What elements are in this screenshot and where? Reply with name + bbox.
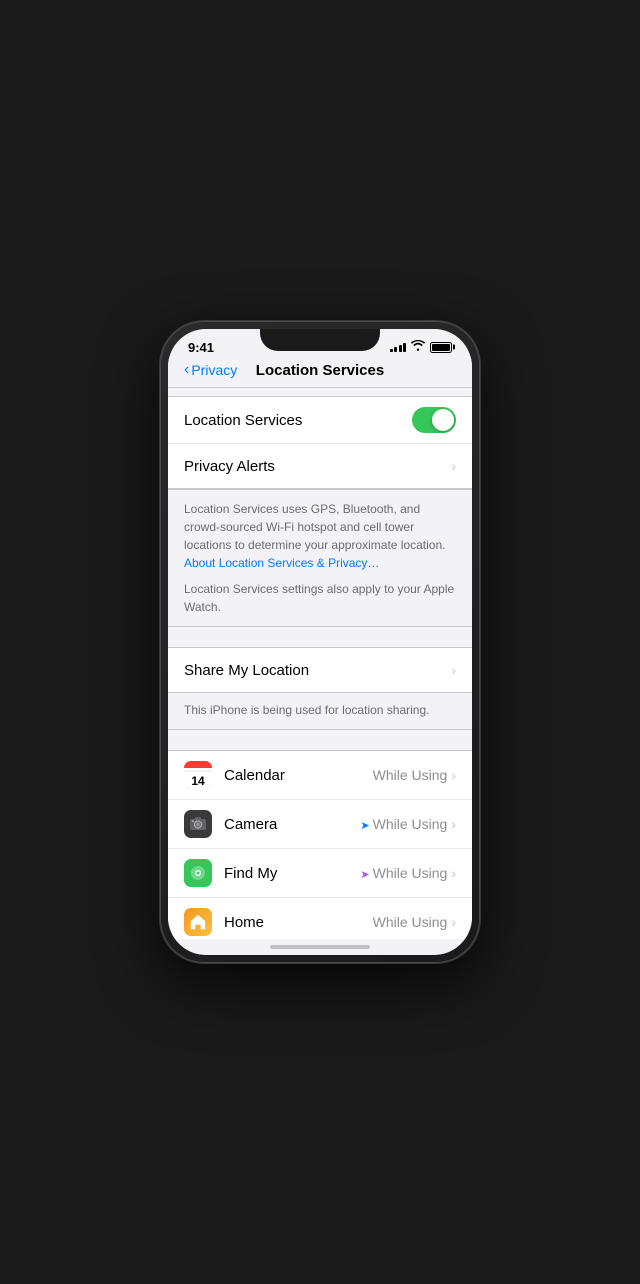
back-button[interactable]: ‹ Privacy: [184, 361, 237, 379]
home-bar: [270, 945, 370, 949]
share-my-location-row[interactable]: Share My Location ›: [168, 648, 472, 692]
location-services-label: Location Services: [184, 412, 412, 429]
phone-frame: 9:41: [160, 321, 480, 963]
description-block: Location Services uses GPS, Bluetooth, a…: [168, 489, 472, 627]
share-my-location-label: Share My Location: [184, 662, 451, 679]
apps-group: 14 Calendar While Using ›: [168, 750, 472, 939]
sharing-note: This iPhone is being used for location s…: [168, 693, 472, 730]
app-value-findmy: ➤While Using: [360, 865, 447, 881]
app-label-findmy: Find My: [224, 865, 360, 882]
privacy-alerts-chevron: ›: [451, 458, 456, 474]
status-icons: [390, 340, 453, 354]
camera-location-icon: ➤: [360, 820, 369, 832]
app-icon-home: [184, 908, 212, 936]
app-chevron-camera: ›: [451, 816, 456, 832]
app-value-camera: ➤While Using: [360, 816, 447, 832]
sharing-note-text: This iPhone is being used for location s…: [184, 703, 429, 717]
app-row-camera[interactable]: Camera ➤While Using ›: [168, 800, 472, 849]
battery-icon: [430, 342, 452, 353]
app-chevron-calendar: ›: [451, 767, 456, 783]
app-row-home[interactable]: Home While Using ›: [168, 898, 472, 939]
share-location-chevron: ›: [451, 662, 456, 678]
signal-icon: [390, 342, 407, 352]
location-services-row[interactable]: Location Services: [168, 397, 472, 444]
app-row-findmy[interactable]: Find My ➤While Using ›: [168, 849, 472, 898]
phone-screen: 9:41: [168, 329, 472, 955]
description-text: Location Services uses GPS, Bluetooth, a…: [184, 500, 456, 572]
app-value-home: While Using: [373, 914, 448, 930]
back-chevron-icon: ‹: [184, 361, 189, 379]
share-location-group: Share My Location ›: [168, 647, 472, 693]
svg-text:14: 14: [191, 774, 205, 788]
app-chevron-findmy: ›: [451, 865, 456, 881]
app-icon-calendar: 14: [184, 761, 212, 789]
about-link[interactable]: About Location Services & Privacy…: [184, 556, 379, 570]
app-row-calendar[interactable]: 14 Calendar While Using ›: [168, 751, 472, 800]
findmy-location-icon: ➤: [360, 869, 369, 881]
back-label: Privacy: [191, 362, 237, 378]
app-value-calendar: While Using: [373, 767, 448, 783]
app-label-calendar: Calendar: [224, 767, 373, 784]
status-time: 9:41: [188, 340, 214, 355]
privacy-alerts-label: Privacy Alerts: [184, 458, 451, 475]
content-area: Location Services Privacy Alerts › Locat…: [168, 388, 472, 939]
privacy-alerts-row[interactable]: Privacy Alerts ›: [168, 444, 472, 488]
nav-bar: ‹ Privacy Location Services: [168, 357, 472, 388]
page-title: Location Services: [256, 362, 384, 379]
notch: [260, 329, 380, 351]
app-label-camera: Camera: [224, 816, 360, 833]
app-icon-findmy: [184, 859, 212, 887]
description-text-2: Location Services settings also apply to…: [184, 580, 456, 616]
toggle-thumb: [432, 409, 454, 431]
wifi-icon: [411, 340, 425, 354]
app-chevron-home: ›: [451, 914, 456, 930]
app-icon-camera: [184, 810, 212, 838]
location-services-group: Location Services Privacy Alerts ›: [168, 396, 472, 489]
location-services-toggle[interactable]: [412, 407, 456, 433]
app-label-home: Home: [224, 914, 373, 931]
